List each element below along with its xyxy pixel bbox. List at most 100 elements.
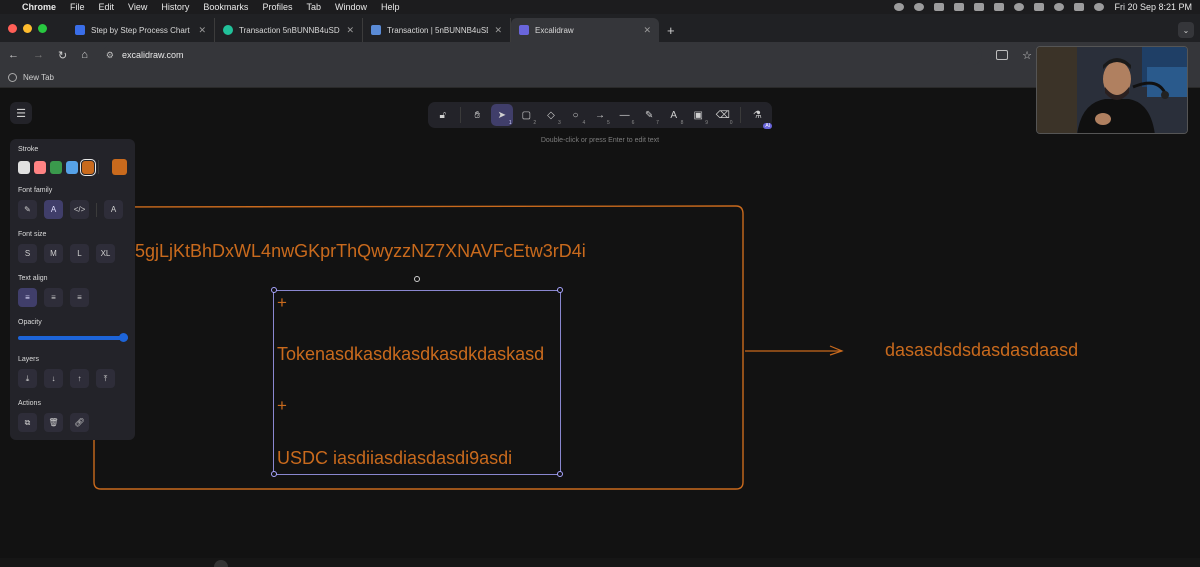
usdc-text[interactable]: USDC iasdiiasdiasdasdi9asdi xyxy=(277,448,512,469)
bring-to-front-icon[interactable]: ⤒ xyxy=(96,369,115,388)
menu-bookmarks[interactable]: Bookmarks xyxy=(203,2,248,12)
font-size-m-button[interactable]: M xyxy=(44,244,63,263)
main-menu-hamburger-icon[interactable]: ☰ xyxy=(10,102,32,124)
plus-sign-1[interactable]: + xyxy=(277,293,287,313)
zoom-status-icon[interactable] xyxy=(894,3,905,11)
moon-icon[interactable] xyxy=(1014,3,1025,11)
menu-history[interactable]: History xyxy=(161,2,189,12)
more-fonts-icon[interactable]: A xyxy=(104,200,123,219)
home-icon[interactable]: ⌂ xyxy=(81,49,88,61)
stroke-swatch-blue[interactable] xyxy=(66,160,79,174)
link-icon[interactable]: 🔗︎ xyxy=(70,413,89,432)
align-left-icon[interactable]: ≡ xyxy=(18,288,37,307)
plus-sign-2[interactable]: + xyxy=(277,396,287,416)
tab-transaction-1[interactable]: Transaction 5nBUNNB4uSDR ✕ xyxy=(215,18,363,42)
close-window-button[interactable] xyxy=(8,23,17,33)
close-tab-icon[interactable]: ✕ xyxy=(643,25,651,36)
site-info-icon[interactable]: ⚙ xyxy=(106,50,114,61)
header-address-text[interactable]: 5gjLjKtBhDxWL4nwGKprThQwyzzNZ7XNAVFcEtw3… xyxy=(135,241,586,262)
arrow-tool-icon[interactable]: → 5 xyxy=(589,104,611,127)
stroke-swatch-white[interactable] xyxy=(18,160,31,174)
toolbar-divider xyxy=(459,107,461,123)
tab-search-chevron-icon[interactable]: ⌄ xyxy=(1178,22,1194,38)
extra-tools-icon[interactable]: ⚗ AI xyxy=(747,104,773,129)
close-tab-icon[interactable]: ✕ xyxy=(494,25,502,36)
url-text[interactable]: excalidraw.com xyxy=(122,50,184,60)
hand-drawn-font-icon[interactable]: ✎ xyxy=(18,200,37,219)
tab-step-by-step[interactable]: Step by Step Process Chart V ✕ xyxy=(67,18,215,42)
display-status-icon[interactable] xyxy=(974,3,985,11)
duplicate-icon[interactable]: ⧉ xyxy=(18,413,37,432)
stroke-swatch-green[interactable] xyxy=(50,160,63,174)
wifi-icon[interactable] xyxy=(1034,3,1045,11)
zoom-window-button[interactable] xyxy=(38,23,47,33)
back-arrow-icon[interactable]: ← xyxy=(8,49,19,61)
opacity-slider[interactable] xyxy=(18,332,128,344)
menubar-clock[interactable]: Fri 20 Sep 8:21 PM xyxy=(1114,2,1192,12)
font-size-xl-button[interactable]: XL xyxy=(96,244,115,263)
current-stroke-color[interactable] xyxy=(112,159,127,175)
rotation-handle[interactable] xyxy=(414,276,420,282)
record-status-icon[interactable] xyxy=(914,3,925,11)
diamond-tool-icon[interactable]: ◇ 3 xyxy=(540,104,562,127)
send-backward-icon[interactable]: ↓ xyxy=(44,369,63,388)
address-bar[interactable]: ⚙ excalidraw.com xyxy=(101,45,983,65)
eraser-tool-icon[interactable]: ⌫ 0 xyxy=(712,104,734,127)
scroll-indicator[interactable] xyxy=(214,560,228,567)
arrow-target-text[interactable]: dasasdsdsdasdasdaasd xyxy=(885,340,1078,361)
rectangle-tool-icon[interactable]: ▢ 2 xyxy=(516,104,538,127)
hand-tool-icon[interactable]: ✋︎ xyxy=(467,104,489,126)
selection-handle-bottom-left[interactable] xyxy=(271,471,277,477)
control-center-icon[interactable] xyxy=(1074,3,1085,11)
excalidraw-canvas[interactable]: 5gjLjKtBhDxWL4nwGKprThQwyzzNZ7XNAVFcEtw3… xyxy=(0,88,1200,567)
reload-icon[interactable]: ↻ xyxy=(58,49,67,62)
new-tab-button[interactable]: + xyxy=(659,18,683,42)
selection-tool-icon[interactable]: ➤ 1 xyxy=(491,104,513,126)
delete-trash-icon[interactable]: 🗑︎ xyxy=(44,413,63,432)
close-tab-icon[interactable]: ✕ xyxy=(198,25,206,36)
font-size-s-button[interactable]: S xyxy=(18,244,37,263)
install-app-icon[interactable] xyxy=(996,50,1009,60)
send-to-back-icon[interactable]: ⤓ xyxy=(18,369,37,388)
menu-file[interactable]: File xyxy=(70,2,85,12)
pencil-tool-icon[interactable]: ✎ 7 xyxy=(638,104,660,127)
menu-help[interactable]: Help xyxy=(381,2,400,12)
menu-app-name[interactable]: Chrome xyxy=(22,2,56,12)
token-text[interactable]: Tokenasdkasdkasdkasdkdaskasd xyxy=(277,344,544,365)
selection-handle-top-right[interactable] xyxy=(557,287,563,293)
close-tab-icon[interactable]: ✕ xyxy=(346,25,354,36)
line-tool-icon[interactable]: —6 xyxy=(614,104,636,127)
stroke-swatch-orange[interactable] xyxy=(80,158,97,176)
tab-excalidraw[interactable]: Excalidraw ✕ xyxy=(511,18,659,42)
align-center-icon[interactable]: ≡ xyxy=(44,288,63,307)
bookmark-new-tab[interactable]: New Tab xyxy=(23,73,54,82)
cpu-status-icon[interactable] xyxy=(934,3,945,11)
code-font-icon[interactable]: </> xyxy=(70,200,89,219)
tab-transaction-2[interactable]: Transaction | 5nBUNNB4uSD ✕ xyxy=(363,18,511,42)
tool-key: 7 xyxy=(656,120,659,126)
minimize-window-button[interactable] xyxy=(23,23,32,33)
selection-handle-bottom-right[interactable] xyxy=(557,471,563,477)
font-size-l-button[interactable]: L xyxy=(70,244,89,263)
menu-profiles[interactable]: Profiles xyxy=(262,2,292,12)
battery-icon[interactable] xyxy=(994,3,1005,11)
stroke-swatch-red[interactable] xyxy=(34,160,47,174)
bring-forward-icon[interactable]: ↑ xyxy=(70,369,89,388)
bookmark-star-icon[interactable]: ☆ xyxy=(1022,49,1032,62)
browser-toolbar: ← → ↻ ⌂ ⚙ excalidraw.com ☆ xyxy=(0,42,1200,68)
opacity-thumb[interactable] xyxy=(119,333,128,342)
text-tool-icon[interactable]: A8 xyxy=(663,104,685,127)
siri-icon[interactable] xyxy=(1094,3,1105,11)
menu-edit[interactable]: Edit xyxy=(99,2,115,12)
normal-font-icon[interactable]: A xyxy=(44,200,63,219)
menu-window[interactable]: Window xyxy=(335,2,367,12)
align-right-icon[interactable]: ≡ xyxy=(70,288,89,307)
menu-tab[interactable]: Tab xyxy=(306,2,321,12)
lock-tool-icon[interactable]: 🔓︎ xyxy=(432,104,454,126)
ellipse-tool-icon[interactable]: ○ 4 xyxy=(565,104,587,127)
image-tool-icon[interactable]: ▣ 9 xyxy=(687,104,709,127)
extension-status-icon[interactable] xyxy=(954,3,965,11)
menu-view[interactable]: View xyxy=(128,2,147,12)
spotlight-search-icon[interactable] xyxy=(1054,3,1065,11)
forward-arrow-icon[interactable]: → xyxy=(33,49,44,61)
